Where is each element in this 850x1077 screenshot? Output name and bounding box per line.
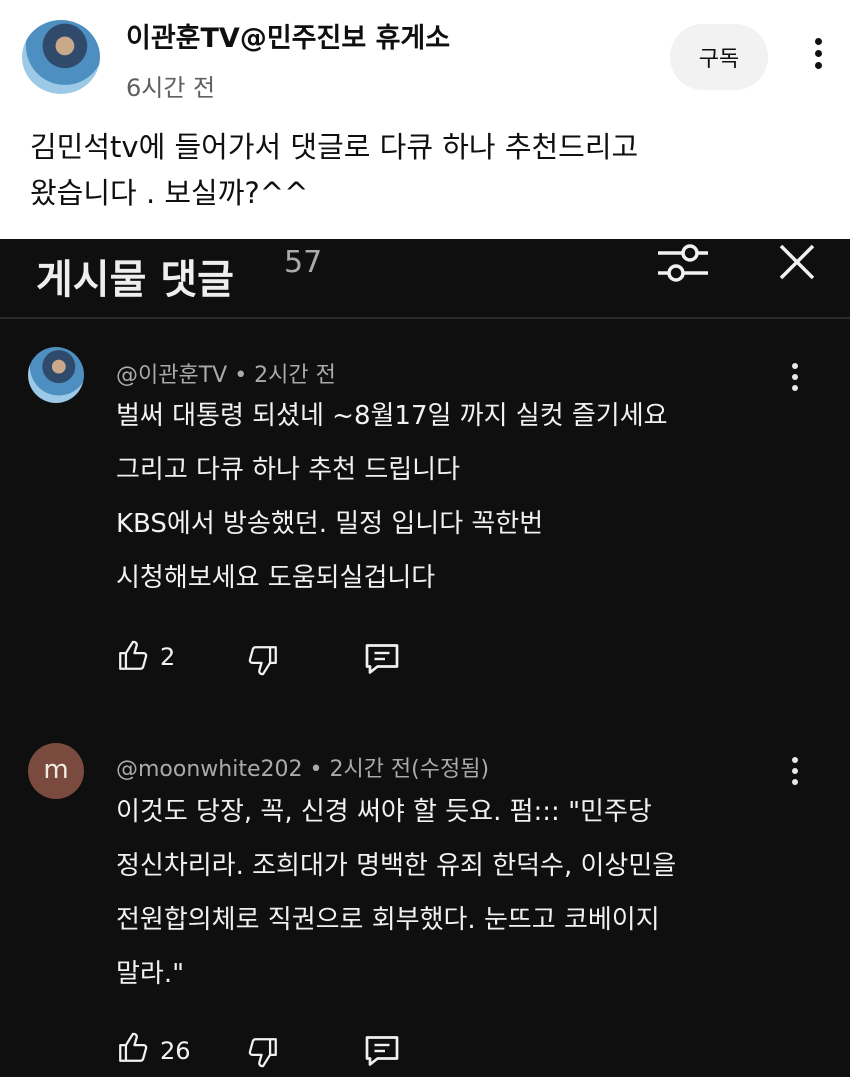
more-options-icon[interactable] <box>809 38 827 78</box>
comment-text: 벌써 대통령 되셨네 ~8월17일 까지 실컷 즐기세요 그리고 다큐 하나 추… <box>116 389 816 605</box>
comments-panel: 게시물 댓글 57 @이관훈TV • 2시간 전 벌써 대통령 되셨네 ~8월1… <box>0 239 850 1077</box>
channel-avatar[interactable] <box>22 20 100 94</box>
comment-line: 전원합의체로 직권으로 회부했다. 눈뜨고 코베이지 <box>116 905 660 935</box>
comment-author-meta[interactable]: @이관훈TV • 2시간 전 <box>116 357 336 389</box>
channel-name[interactable]: 이관훈TV@민주진보 휴게소 <box>126 16 450 55</box>
comment-avatar[interactable]: m <box>28 743 84 799</box>
post-body: 김민석tv에 들어가서 댓글로 다큐 하나 추천드리고 왔습니다 . 보실까?^… <box>30 124 820 216</box>
reply-icon[interactable] <box>362 641 402 677</box>
comment-line: 그리고 다큐 하나 추천 드립니다 <box>116 455 461 485</box>
subscribe-button[interactable]: 구독 <box>670 24 768 90</box>
dislike-icon[interactable] <box>246 643 280 677</box>
close-icon[interactable] <box>776 241 818 283</box>
post-time: 6시간 전 <box>126 74 216 102</box>
like-count: 26 <box>160 1037 191 1065</box>
comment-line: 이것도 당장, 꼭, 신경 써야 할 듯요. 펌::: "민주당 <box>116 797 652 827</box>
comment-line: 시청해보세요 도움되실겁니다 <box>116 563 436 593</box>
comment-text: 이것도 당장, 꼭, 신경 써야 할 듯요. 펌::: "민주당 정신차리라. … <box>116 785 816 1001</box>
like-icon[interactable] <box>116 639 150 673</box>
comment-line: 정신차리라. 조희대가 명백한 유죄 한덕수, 이상민을 <box>116 851 677 881</box>
sort-filter-icon[interactable] <box>656 241 710 285</box>
reply-icon[interactable] <box>362 1033 402 1069</box>
post-body-line: 김민석tv에 들어가서 댓글로 다큐 하나 추천드리고 <box>30 130 639 164</box>
panel-title: 게시물 댓글 <box>36 257 234 303</box>
comment-line: 벌써 대통령 되셨네 ~8월17일 까지 실컷 즐기세요 <box>116 401 668 431</box>
comment-avatar[interactable] <box>28 347 84 403</box>
like-count: 2 <box>160 643 176 671</box>
post-body-line: 왔습니다 . 보실까?^^ <box>30 176 309 210</box>
dislike-icon[interactable] <box>246 1035 280 1069</box>
comment-line: 말라." <box>116 959 185 989</box>
divider <box>0 317 850 319</box>
comment-author-meta[interactable]: @moonwhite202 • 2시간 전(수정됨) <box>116 751 489 783</box>
like-icon[interactable] <box>116 1031 150 1065</box>
comment-count: 57 <box>284 245 323 280</box>
comment-line: KBS에서 방송했던. 밀정 입니다 꼭한번 <box>116 509 544 539</box>
post-header: 이관훈TV@민주진보 휴게소 6시간 전 구독 <box>0 0 850 112</box>
